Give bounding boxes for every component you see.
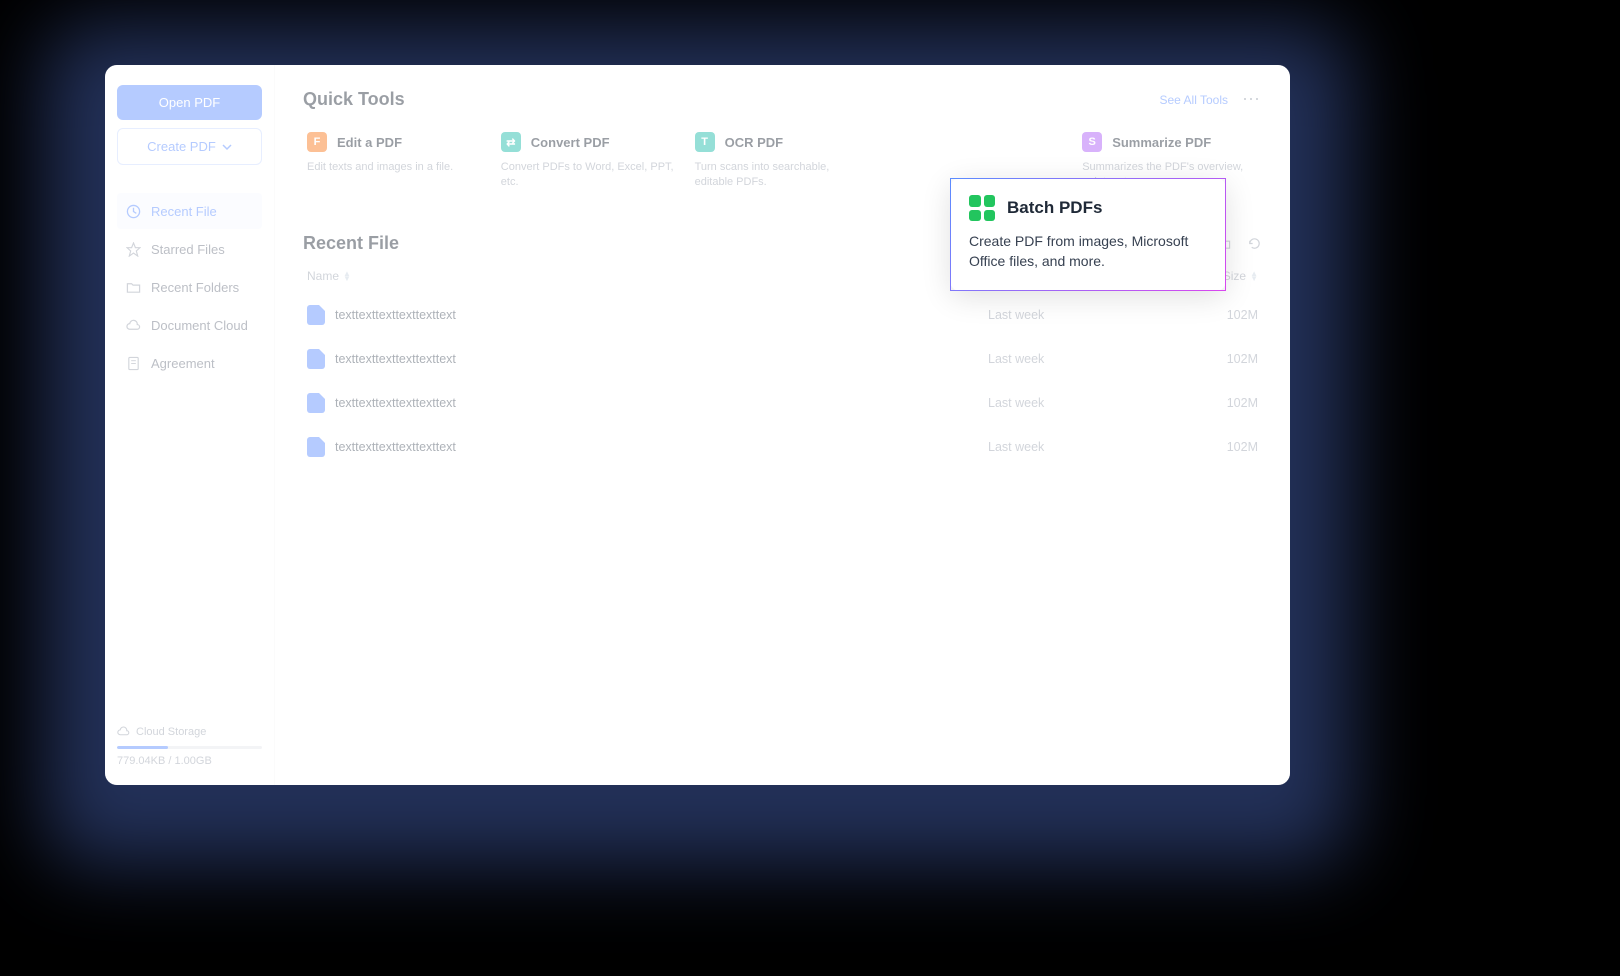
storage-progress-bar xyxy=(117,746,262,749)
sidebar-item-label: Recent File xyxy=(151,204,217,219)
sidebar-item-label: Agreement xyxy=(151,356,215,371)
pdf-file-icon xyxy=(307,437,325,457)
tool-card-edit-a-pdf[interactable]: F Edit a PDF Edit texts and images in a fi… xyxy=(303,126,487,197)
tool-title: Convert PDF xyxy=(531,135,610,150)
create-pdf-label: Create PDF xyxy=(147,139,216,154)
create-pdf-button[interactable]: Create PDF xyxy=(117,128,262,165)
sidebar-item-recent-folders[interactable]: Recent Folders xyxy=(117,269,262,305)
quick-tools-title: Quick Tools xyxy=(303,89,405,110)
file-modified-time: Last week xyxy=(988,308,1188,322)
tool-icon xyxy=(888,132,908,152)
pdf-file-icon xyxy=(307,349,325,369)
chevron-down-icon xyxy=(222,142,232,152)
file-modified-time: Last week xyxy=(988,440,1188,454)
batch-pdfs-icon xyxy=(969,195,995,221)
sidebar-item-document-cloud[interactable]: Document Cloud xyxy=(117,307,262,343)
sidebar-item-label: Starred Files xyxy=(151,242,225,257)
table-row[interactable]: texttexttexttexttexttext Last week102M xyxy=(303,381,1262,425)
main-content: Quick Tools See All Tools ⋯ F Edit a PDF E… xyxy=(275,65,1290,785)
sort-icon: ▲▼ xyxy=(343,271,351,281)
column-name[interactable]: Name▲▼ xyxy=(307,269,988,283)
file-name: texttexttexttexttexttext xyxy=(335,440,456,454)
file-size: 102M xyxy=(1188,352,1258,366)
file-modified-time: Last week xyxy=(988,396,1188,410)
storage-usage-text: 779.04KB / 1.00GB xyxy=(117,755,262,767)
tool-icon: F xyxy=(307,132,327,152)
file-name: texttexttexttexttexttext xyxy=(335,352,456,366)
clock-icon xyxy=(125,203,141,219)
file-size: 102M xyxy=(1188,396,1258,410)
sidebar-item-recent-file[interactable]: Recent File xyxy=(117,193,262,229)
sidebar-item-label: Recent Folders xyxy=(151,280,239,295)
table-row[interactable]: texttexttexttexttexttext Last week102M xyxy=(303,293,1262,337)
see-all-tools-link[interactable]: See All Tools xyxy=(1160,93,1229,107)
cloud-small-icon xyxy=(117,725,130,738)
sidebar-item-starred-files[interactable]: Starred Files xyxy=(117,231,262,267)
tooltip-description: Create PDF from images, Microsoft Office… xyxy=(969,231,1207,272)
pdf-file-icon xyxy=(307,393,325,413)
tool-card-ocr-pdf[interactable]: T OCR PDF Turn scans into searchable, edit… xyxy=(691,126,875,197)
table-row[interactable]: texttexttexttexttexttext Last week102M xyxy=(303,337,1262,381)
tool-icon: T xyxy=(695,132,715,152)
recent-file-title: Recent File xyxy=(303,233,399,254)
file-modified-time: Last week xyxy=(988,352,1188,366)
tool-description: Turn scans into searchable, editable PDF… xyxy=(695,160,871,191)
tool-icon: ⇄ xyxy=(501,132,521,152)
file-size: 102M xyxy=(1188,440,1258,454)
tool-icon: S xyxy=(1082,132,1102,152)
tool-description: Convert PDFs to Word, Excel, PPT, etc. xyxy=(501,160,677,191)
file-name: texttexttexttexttexttext xyxy=(335,396,456,410)
cloud-storage-label: Cloud Storage xyxy=(117,725,262,738)
sidebar-item-agreement[interactable]: Agreement xyxy=(117,345,262,381)
tool-title: OCR PDF xyxy=(725,135,784,150)
open-pdf-button[interactable]: Open PDF xyxy=(117,85,262,120)
sort-icon: ▲▼ xyxy=(1250,271,1258,281)
file-name: texttexttexttexttexttext xyxy=(335,308,456,322)
tool-title: Summarize PDF xyxy=(1112,135,1211,150)
more-menu-button[interactable]: ⋯ xyxy=(1242,89,1262,110)
cloud-icon xyxy=(125,317,141,333)
tool-card-convert-pdf[interactable]: ⇄ Convert PDF Convert PDFs to Word, Excel,… xyxy=(497,126,681,197)
tooltip-title: Batch PDFs xyxy=(1007,198,1102,218)
sidebar-item-label: Document Cloud xyxy=(151,318,248,333)
refresh-button[interactable] xyxy=(1247,236,1262,251)
document-icon xyxy=(125,355,141,371)
tool-title: Edit a PDF xyxy=(337,135,402,150)
sidebar: Open PDF Create PDF Recent File Starred … xyxy=(105,65,275,785)
tool-description: Edit texts and images in a file. xyxy=(307,160,483,175)
pdf-file-icon xyxy=(307,305,325,325)
star-icon xyxy=(125,241,141,257)
batch-pdfs-tooltip: Batch PDFs Create PDF from images, Micro… xyxy=(950,178,1226,291)
folder-icon xyxy=(125,279,141,295)
table-row[interactable]: texttexttexttexttexttext Last week102M xyxy=(303,425,1262,469)
file-size: 102M xyxy=(1188,308,1258,322)
